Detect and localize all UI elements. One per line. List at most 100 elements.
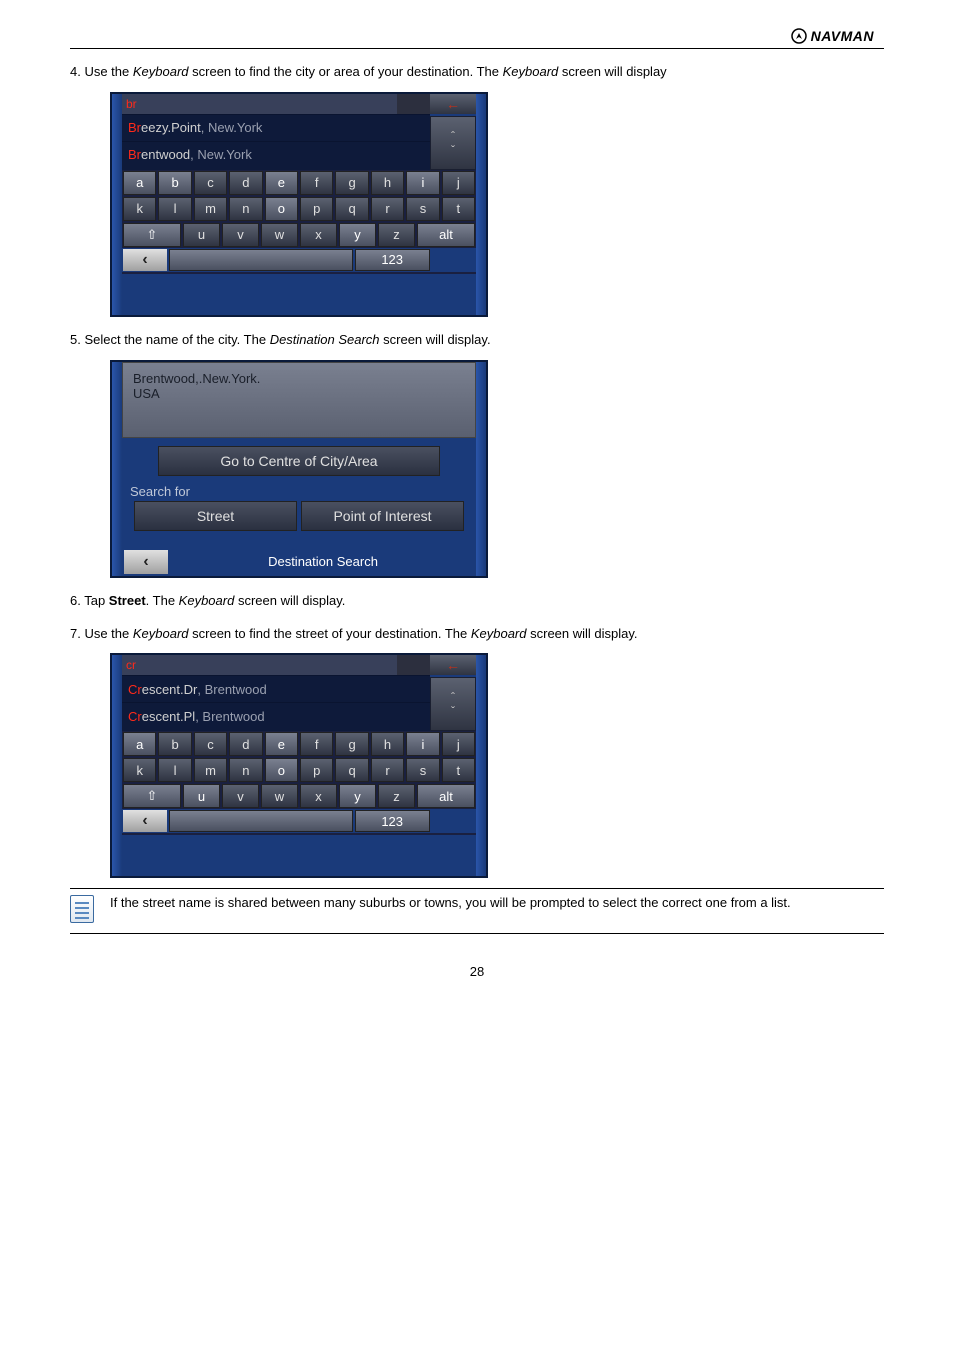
key-m[interactable]: m bbox=[194, 197, 227, 221]
key-v[interactable]: v bbox=[222, 223, 259, 247]
scroll-updown-button[interactable]: ˆˇ bbox=[430, 116, 476, 170]
key-f[interactable]: f bbox=[300, 732, 333, 756]
scroll-updown-button[interactable]: ˆˇ bbox=[430, 677, 476, 731]
key-d[interactable]: d bbox=[229, 732, 262, 756]
key-j[interactable]: j bbox=[442, 171, 475, 195]
key-t[interactable]: t bbox=[442, 197, 475, 221]
query-row: cr ← bbox=[122, 655, 476, 675]
key-shift[interactable]: ⇧ bbox=[123, 223, 181, 247]
key-y[interactable]: y bbox=[339, 784, 376, 808]
brand-text: NAVMAN bbox=[811, 28, 874, 44]
key-d[interactable]: d bbox=[229, 171, 262, 195]
step-4-text: 4. Use the Keyboard screen to find the c… bbox=[70, 63, 884, 82]
key-g[interactable]: g bbox=[335, 171, 368, 195]
key-n[interactable]: n bbox=[229, 758, 262, 782]
on-screen-keyboard: a b c d e f g h i j k l m n o p bbox=[122, 170, 476, 274]
suggestion-row[interactable]: Crescent.Pl, Brentwood bbox=[122, 702, 430, 729]
key-n[interactable]: n bbox=[229, 197, 262, 221]
suggestion-row[interactable]: Breezy.Point, New.York bbox=[122, 114, 430, 141]
brand-icon bbox=[791, 28, 807, 44]
query-row: br ← bbox=[122, 94, 476, 114]
key-alt[interactable]: alt bbox=[417, 784, 475, 808]
key-shift[interactable]: ⇧ bbox=[123, 784, 181, 808]
key-z[interactable]: z bbox=[378, 223, 415, 247]
key-b[interactable]: b bbox=[158, 171, 191, 195]
key-w[interactable]: w bbox=[261, 784, 298, 808]
key-a[interactable]: a bbox=[123, 732, 156, 756]
key-q[interactable]: q bbox=[335, 758, 368, 782]
key-z[interactable]: z bbox=[378, 784, 415, 808]
backspace-button[interactable]: ← bbox=[430, 94, 476, 114]
screen-title: Destination Search bbox=[170, 554, 476, 569]
key-o[interactable]: o bbox=[265, 197, 298, 221]
brand-logo: NAVMAN bbox=[791, 28, 874, 44]
key-numeric[interactable]: 123 bbox=[355, 249, 430, 271]
key-f[interactable]: f bbox=[300, 171, 333, 195]
key-x[interactable]: x bbox=[300, 784, 337, 808]
key-l[interactable]: l bbox=[158, 197, 191, 221]
suggestion-list: Crescent.Dr, Brentwood Crescent.Pl, Bren… bbox=[122, 675, 430, 731]
key-c[interactable]: c bbox=[194, 732, 227, 756]
page-number: 28 bbox=[70, 964, 884, 979]
key-h[interactable]: h bbox=[371, 732, 404, 756]
key-space[interactable] bbox=[169, 249, 353, 271]
key-u[interactable]: u bbox=[183, 784, 220, 808]
key-p[interactable]: p bbox=[300, 197, 333, 221]
search-for-label: Search for bbox=[122, 476, 476, 501]
back-button[interactable]: ‹ bbox=[123, 249, 167, 271]
key-i[interactable]: i bbox=[406, 171, 439, 195]
key-m[interactable]: m bbox=[194, 758, 227, 782]
key-k[interactable]: k bbox=[123, 197, 156, 221]
key-alt[interactable]: alt bbox=[417, 223, 475, 247]
key-h[interactable]: h bbox=[371, 171, 404, 195]
go-to-centre-button[interactable]: Go to Centre of City/Area bbox=[158, 446, 440, 476]
key-e[interactable]: e bbox=[265, 732, 298, 756]
step-5-text: 5. Select the name of the city. The Dest… bbox=[70, 331, 884, 350]
note-top-rule bbox=[70, 888, 884, 889]
key-k[interactable]: k bbox=[123, 758, 156, 782]
note-row: If the street name is shared between man… bbox=[70, 895, 884, 923]
key-w[interactable]: w bbox=[261, 223, 298, 247]
key-u[interactable]: u bbox=[183, 223, 220, 247]
key-y[interactable]: y bbox=[339, 223, 376, 247]
key-r[interactable]: r bbox=[371, 758, 404, 782]
key-numeric[interactable]: 123 bbox=[355, 810, 430, 832]
back-button[interactable]: ‹ bbox=[124, 550, 168, 574]
key-c[interactable]: c bbox=[194, 171, 227, 195]
key-l[interactable]: l bbox=[158, 758, 191, 782]
key-i[interactable]: i bbox=[406, 732, 439, 756]
suggestion-list: Breezy.Point, New.York Brentwood, New.Yo… bbox=[122, 114, 430, 170]
screenshot-1-keyboard-city: br ← Breezy.Point, New.York Brentwood, N… bbox=[110, 92, 488, 317]
street-button[interactable]: Street bbox=[134, 501, 297, 531]
suggestion-row[interactable]: Brentwood, New.York bbox=[122, 141, 430, 168]
key-j[interactable]: j bbox=[442, 732, 475, 756]
poi-button[interactable]: Point of Interest bbox=[301, 501, 464, 531]
screenshot-3-keyboard-street: cr ← Crescent.Dr, Brentwood Crescent.Pl,… bbox=[110, 653, 488, 878]
top-rule bbox=[70, 48, 884, 49]
key-b[interactable]: b bbox=[158, 732, 191, 756]
key-space[interactable] bbox=[169, 810, 353, 832]
key-t[interactable]: t bbox=[442, 758, 475, 782]
key-e[interactable]: e bbox=[265, 171, 298, 195]
key-s[interactable]: s bbox=[406, 758, 439, 782]
back-button[interactable]: ‹ bbox=[123, 810, 167, 832]
on-screen-keyboard: a b c d e f g h i j k l m n o p bbox=[122, 731, 476, 835]
key-q[interactable]: q bbox=[335, 197, 368, 221]
key-v[interactable]: v bbox=[222, 784, 259, 808]
search-input[interactable]: br bbox=[122, 94, 397, 114]
note-bottom-rule bbox=[70, 933, 884, 934]
key-p[interactable]: p bbox=[300, 758, 333, 782]
note-icon bbox=[70, 895, 94, 923]
key-g[interactable]: g bbox=[335, 732, 368, 756]
key-o[interactable]: o bbox=[265, 758, 298, 782]
backspace-button[interactable]: ← bbox=[430, 655, 476, 675]
key-s[interactable]: s bbox=[406, 197, 439, 221]
step-6-text: 6. Tap Street. The Keyboard screen will … bbox=[70, 592, 884, 611]
screenshot-2-destination-search: Brentwood,.New.York. USA Go to Centre of… bbox=[110, 360, 488, 578]
key-a[interactable]: a bbox=[123, 171, 156, 195]
key-x[interactable]: x bbox=[300, 223, 337, 247]
location-display: Brentwood,.New.York. USA bbox=[122, 362, 476, 438]
key-r[interactable]: r bbox=[371, 197, 404, 221]
suggestion-row[interactable]: Crescent.Dr, Brentwood bbox=[122, 675, 430, 702]
search-input[interactable]: cr bbox=[122, 655, 397, 675]
